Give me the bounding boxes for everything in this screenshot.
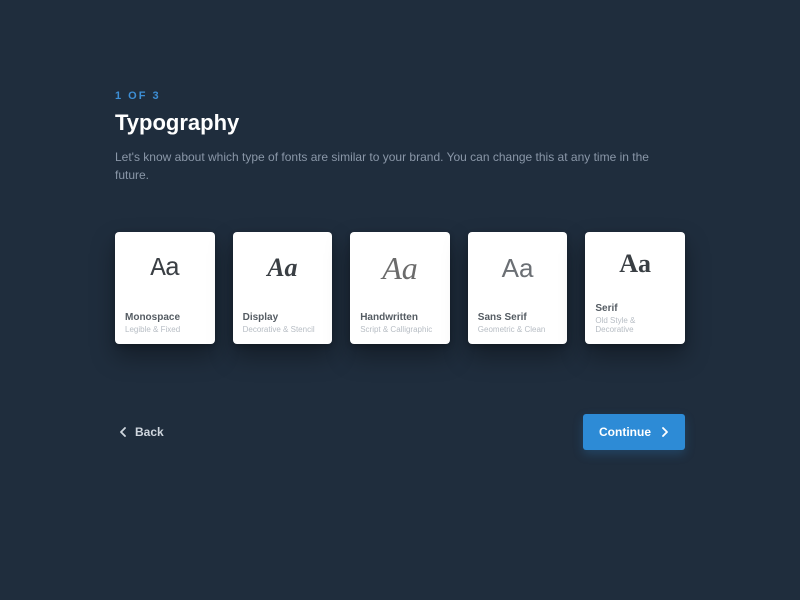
option-serif[interactable]: Aa Serif Old Style & Decorative [585, 232, 685, 344]
chevron-left-icon [119, 427, 127, 437]
card-meta: Display Decorative & Stencil [233, 304, 333, 344]
sample-text: Aa [468, 232, 568, 304]
card-meta: Sans Serif Geometric & Clean [468, 304, 568, 344]
option-display[interactable]: Aa Display Decorative & Stencil [233, 232, 333, 344]
card-title: Display [243, 312, 323, 323]
wizard-step: 1 OF 3 Typography Let's know about which… [0, 0, 800, 450]
chevron-right-icon [661, 427, 669, 437]
card-title: Sans Serif [478, 312, 558, 323]
sample-text: Aa [233, 232, 333, 304]
typography-options: Aa Monospace Legible & Fixed Aa Display … [115, 232, 685, 344]
card-meta: Serif Old Style & Decorative [585, 295, 685, 344]
continue-button[interactable]: Continue [583, 414, 685, 450]
page-description: Let's know about which type of fonts are… [115, 148, 685, 184]
footer-nav: Back Continue [115, 414, 685, 450]
card-subtitle: Old Style & Decorative [595, 316, 675, 334]
card-title: Serif [595, 303, 675, 314]
continue-label: Continue [599, 425, 651, 439]
option-monospace[interactable]: Aa Monospace Legible & Fixed [115, 232, 215, 344]
sample-text: Aa [350, 232, 450, 304]
page-title: Typography [115, 110, 685, 136]
sample-text: Aa [585, 232, 685, 295]
sample-text: Aa [115, 232, 215, 304]
back-button[interactable]: Back [115, 417, 168, 447]
card-title: Handwritten [360, 312, 440, 323]
card-subtitle: Script & Calligraphic [360, 325, 440, 334]
option-handwritten[interactable]: Aa Handwritten Script & Calligraphic [350, 232, 450, 344]
card-subtitle: Legible & Fixed [125, 325, 205, 334]
card-subtitle: Decorative & Stencil [243, 325, 323, 334]
card-meta: Handwritten Script & Calligraphic [350, 304, 450, 344]
card-subtitle: Geometric & Clean [478, 325, 558, 334]
card-meta: Monospace Legible & Fixed [115, 304, 215, 344]
back-label: Back [135, 425, 164, 439]
card-title: Monospace [125, 312, 205, 323]
step-indicator: 1 OF 3 [115, 90, 685, 102]
option-sans-serif[interactable]: Aa Sans Serif Geometric & Clean [468, 232, 568, 344]
